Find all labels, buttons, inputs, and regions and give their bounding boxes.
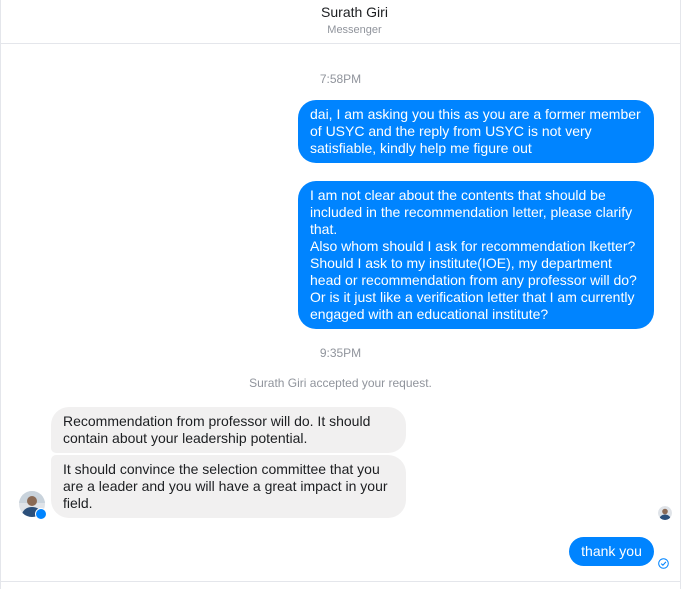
message-line: Also whom should I ask for recommendatio… (310, 238, 636, 254)
message-line: included in the recommendation letter, p… (310, 204, 633, 220)
message-line: head or recommendation from any professo… (310, 272, 637, 288)
header-subtitle: Messenger (327, 24, 382, 36)
sent-check-icon (658, 556, 669, 569)
message-bubble-incoming[interactable]: It should convince the selection committ… (51, 455, 406, 518)
message-line: Recommendation from professor will do. I… (63, 413, 371, 429)
message-line: of USYC and the reply from USYC is not v… (310, 123, 592, 139)
seen-avatar-icon (658, 506, 672, 520)
message-line: I am not clear about the contents that s… (310, 187, 606, 203)
system-message: Surath Giri accepted your request. (249, 376, 432, 390)
message-line: that. (310, 221, 338, 237)
messenger-badge-icon (35, 508, 47, 520)
message-bubble-outgoing[interactable]: I am not clear about the contents that s… (298, 181, 654, 329)
conversation-header: Surath Giri Messenger (1, 0, 680, 44)
composer-divider (1, 581, 680, 582)
chat-window: Surath Giri Messenger 7:58PM dai, I am a… (0, 0, 681, 589)
message-bubble-outgoing[interactable]: dai, I am asking you this as you are a f… (298, 100, 654, 163)
message-line: thank you (581, 543, 642, 559)
message-line: contain about your leadership potential. (63, 430, 308, 446)
message-line: It should convince the selection committ… (63, 461, 380, 477)
message-line: satisfiable, kindly help me figure out (310, 140, 532, 156)
avatar-icon[interactable] (19, 491, 47, 520)
message-bubble-incoming[interactable]: Recommendation from professor will do. I… (51, 407, 406, 453)
timestamp: 7:58PM (319, 72, 362, 86)
message-line: Or is it just like a verification letter… (310, 289, 635, 305)
contact-name[interactable]: Surath Giri (1, 4, 680, 20)
message-line: field. (63, 495, 93, 511)
message-line: Should I ask to my institute(IOE), my de… (310, 255, 612, 271)
timestamp: 9:35PM (319, 346, 362, 360)
message-bubble-outgoing[interactable]: thank you (569, 537, 654, 566)
message-line: dai, I am asking you this as you are a f… (310, 106, 641, 122)
message-line: are a leader and you will have a great i… (63, 478, 388, 494)
message-line: engaged with an educational institute? (310, 306, 549, 322)
seen-avatar-icon (658, 506, 672, 520)
